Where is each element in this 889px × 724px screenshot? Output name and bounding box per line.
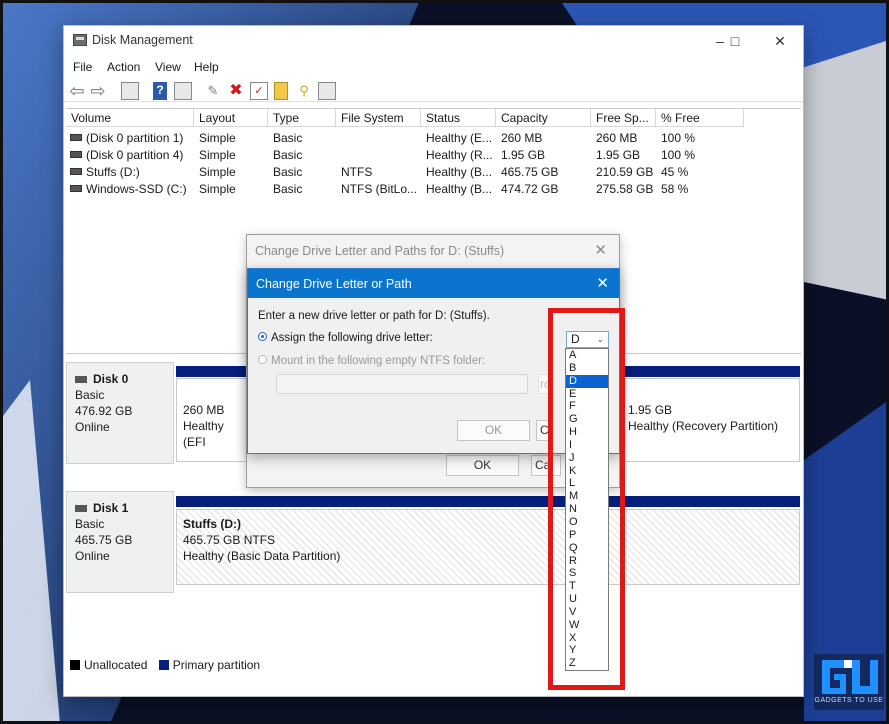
properties-icon[interactable] xyxy=(174,82,192,100)
gadgets-to-use-logo: GADGETS TO USE xyxy=(814,654,884,710)
disk-0-label[interactable]: Disk 0 Basic 476.92 GB Online xyxy=(66,362,174,464)
legend: Unallocated Primary partition xyxy=(70,658,260,672)
front-dialog-prompt: Enter a new drive letter or path for D: … xyxy=(258,310,490,322)
logo-text: GADGETS TO USE xyxy=(814,697,884,704)
disk-1-label[interactable]: Disk 1 Basic 465.75 GB Online xyxy=(66,491,174,593)
menu-bar: File Action View Help xyxy=(64,58,803,78)
menu-view[interactable]: View xyxy=(155,60,181,74)
list-view-icon[interactable] xyxy=(318,82,336,100)
assign-letter-radio[interactable] xyxy=(258,332,267,342)
front-dialog-close-icon[interactable]: ✕ xyxy=(596,274,609,292)
letter-option[interactable]: F xyxy=(566,400,608,413)
chevron-down-icon: ⌄ xyxy=(596,334,604,344)
volume-icon xyxy=(70,185,82,193)
letter-option[interactable]: G xyxy=(566,413,608,426)
letter-option[interactable]: U xyxy=(566,593,608,606)
close-button[interactable]: ✕ xyxy=(765,30,795,52)
letter-option[interactable]: J xyxy=(566,452,608,465)
col-type[interactable]: Type xyxy=(268,109,336,127)
col-volume[interactable]: Volume xyxy=(66,109,194,127)
col-percent-free[interactable]: % Free xyxy=(656,109,744,127)
letter-option[interactable]: S xyxy=(566,567,608,580)
window-title: Disk Management xyxy=(92,33,193,47)
browse-button[interactable]: ro xyxy=(538,374,552,394)
forward-arrow-icon[interactable]: ⇨ xyxy=(89,82,107,100)
volume-icon xyxy=(70,134,82,142)
letter-option[interactable]: I xyxy=(566,439,608,452)
primary-swatch xyxy=(158,659,169,670)
letter-option[interactable]: W xyxy=(566,619,608,632)
front-dialog-ok-button[interactable]: OK xyxy=(457,420,530,441)
title-bar: Disk Management – □ ✕ xyxy=(64,26,803,56)
search-folder-icon[interactable]: ⚲ xyxy=(295,82,313,100)
col-file-system[interactable]: File System xyxy=(336,109,421,127)
front-dialog-title: Change Drive Letter or Path xyxy=(256,277,412,291)
back-dialog-close-icon[interactable]: ✕ xyxy=(594,241,607,259)
back-dialog-title: Change Drive Letter and Paths for D: (St… xyxy=(255,244,505,258)
volume-icon xyxy=(70,151,82,159)
letter-option[interactable]: Q xyxy=(566,542,608,555)
toolbar: ⇦ ⇨ ? ✎ ✖ ✓ ⚲ xyxy=(64,80,803,102)
stuffs-partition[interactable]: Stuffs (D:) 465.75 GB NTFS Healthy (Basi… xyxy=(176,509,800,585)
disk-1-partition-bar xyxy=(176,496,800,507)
letter-option[interactable]: K xyxy=(566,465,608,478)
mount-folder-option[interactable]: Mount in the following empty NTFS folder… xyxy=(258,355,485,367)
col-layout[interactable]: Layout xyxy=(194,109,268,127)
front-dialog-header: Change Drive Letter or Path ✕ xyxy=(248,269,619,298)
letter-option[interactable]: E xyxy=(566,388,608,401)
unallocated-swatch xyxy=(70,659,80,670)
back-dialog-cancel-button[interactable]: Ca xyxy=(531,455,561,476)
letter-option[interactable]: Z xyxy=(566,657,608,670)
letter-option[interactable]: P xyxy=(566,529,608,542)
letter-option[interactable]: Y xyxy=(566,644,608,657)
letter-option[interactable]: A xyxy=(566,349,608,362)
front-dialog-cancel-button[interactable]: C xyxy=(536,420,552,441)
letter-option[interactable]: R xyxy=(566,555,608,568)
folder-up-icon[interactable] xyxy=(274,82,288,100)
connect-icon[interactable]: ✎ xyxy=(204,82,222,100)
letter-option[interactable]: O xyxy=(566,516,608,529)
delete-icon[interactable]: ✖ xyxy=(227,82,245,100)
letter-option[interactable]: T xyxy=(566,580,608,593)
volume-icon xyxy=(70,168,82,176)
col-capacity[interactable]: Capacity xyxy=(496,109,591,127)
drive-letter-dropdown[interactable]: A B D E F G H I J K L M N O P Q R S T U … xyxy=(565,348,609,671)
col-status[interactable]: Status xyxy=(421,109,496,127)
disk-management-icon xyxy=(73,34,87,46)
letter-option[interactable]: L xyxy=(566,477,608,490)
letter-option[interactable]: H xyxy=(566,426,608,439)
mount-folder-radio[interactable] xyxy=(258,355,267,365)
maximize-button[interactable]: □ xyxy=(720,30,750,52)
mount-folder-input[interactable] xyxy=(276,374,528,394)
menu-file[interactable]: File xyxy=(73,60,92,74)
help-icon[interactable]: ? xyxy=(153,82,167,100)
assign-letter-option[interactable]: Assign the following drive letter: xyxy=(258,332,433,344)
menu-help[interactable]: Help xyxy=(194,60,219,74)
disk-icon xyxy=(75,505,87,513)
recovery-partition[interactable]: 1.95 GB Healthy (Recovery Partition) xyxy=(621,378,800,462)
efi-partition[interactable]: 260 MB Healthy (EFI xyxy=(176,378,254,462)
letter-option-selected[interactable]: D xyxy=(566,374,608,388)
letter-option[interactable]: M xyxy=(566,490,608,503)
drive-letter-select[interactable]: D ⌄ xyxy=(566,331,609,348)
back-arrow-icon[interactable]: ⇦ xyxy=(68,82,86,100)
letter-option[interactable]: N xyxy=(566,503,608,516)
letter-option[interactable]: V xyxy=(566,606,608,619)
console-tree-icon[interactable] xyxy=(121,82,139,100)
checklist-icon[interactable]: ✓ xyxy=(250,82,268,100)
disk-icon xyxy=(75,376,87,384)
letter-option[interactable]: B xyxy=(566,362,608,375)
col-free-space[interactable]: Free Sp... xyxy=(591,109,656,127)
menu-action[interactable]: Action xyxy=(107,60,140,74)
letter-option[interactable]: X xyxy=(566,632,608,645)
back-dialog-ok-button[interactable]: OK xyxy=(446,455,519,476)
